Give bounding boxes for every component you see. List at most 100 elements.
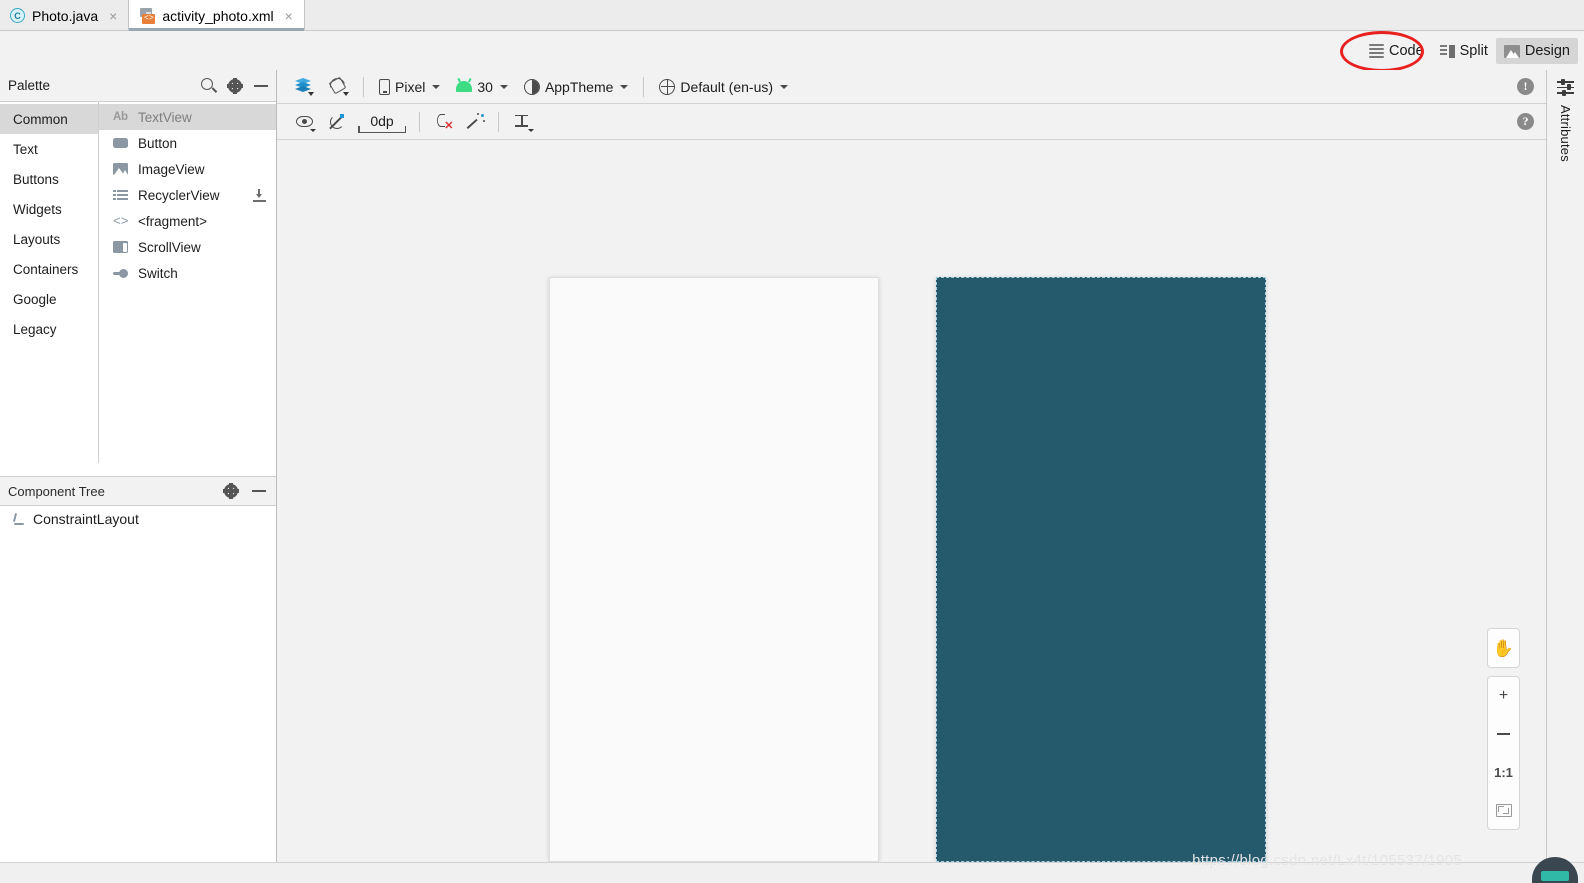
palette-item-fragment[interactable]: <> <fragment>	[99, 208, 276, 234]
status-bar	[0, 862, 1584, 883]
plus-icon: +	[1498, 687, 1509, 704]
zoom-out-button[interactable]	[1487, 715, 1520, 753]
attributes-tool-strip[interactable]: Attributes	[1546, 70, 1584, 862]
palette-item-textview[interactable]: Ab TextView	[99, 104, 276, 130]
zoom-in-button[interactable]: +	[1487, 677, 1520, 715]
minimize-icon[interactable]	[252, 490, 266, 492]
theme-icon	[523, 78, 540, 95]
theme-label: AppTheme	[544, 78, 614, 95]
palette-item-scrollview[interactable]: ScrollView	[99, 234, 276, 260]
mode-button-split[interactable]: Split	[1432, 38, 1496, 64]
locale-selector[interactable]: Default (en-us)	[652, 74, 795, 100]
code-lines-icon	[1368, 44, 1384, 58]
palette-category-label: Layouts	[13, 231, 61, 247]
infer-constraints-button[interactable]	[460, 109, 490, 135]
autoconnect-toggle[interactable]	[321, 109, 351, 135]
device-render-preview[interactable]	[549, 277, 879, 862]
mode-button-design[interactable]: Design	[1495, 38, 1578, 64]
editor-tab-photo-java[interactable]: C Photo.java ×	[0, 0, 128, 31]
palette-category-label: Legacy	[13, 321, 57, 337]
theme-selector[interactable]: AppTheme	[517, 74, 635, 100]
palette-body: Common Text Buttons Widgets Layouts Cont…	[0, 102, 276, 463]
device-selector[interactable]: Pixel	[372, 74, 447, 100]
palette-item-imageview[interactable]: ImageView	[99, 156, 276, 182]
view-options-button[interactable]	[289, 109, 319, 135]
recyclerview-icon	[113, 189, 130, 200]
attributes-label: Attributes	[1558, 105, 1573, 162]
gear-icon[interactable]	[223, 483, 239, 499]
java-class-icon: C	[10, 8, 25, 23]
help-icon[interactable]: ?	[1517, 113, 1534, 130]
constraint-layout-icon	[10, 512, 25, 526]
design-surface-toolbar: Pixel 30 AppTheme Default (en-us) !	[277, 70, 1546, 104]
api-level-label: 30	[477, 78, 493, 95]
orientation-selector[interactable]	[322, 74, 355, 100]
eye-icon	[295, 116, 313, 127]
actual-size-label: 1:1	[1494, 764, 1513, 780]
palette-category-containers[interactable]: Containers	[0, 254, 98, 284]
palette-item-label: Switch	[138, 265, 178, 281]
close-icon[interactable]: ×	[285, 9, 293, 23]
tree-node-constraintlayout[interactable]: ConstraintLayout	[0, 506, 276, 532]
palette-category-common[interactable]: Common	[0, 104, 98, 134]
chevron-down-icon	[432, 84, 441, 89]
baseline-align-button[interactable]	[507, 109, 537, 135]
device-blueprint-preview[interactable]	[936, 277, 1266, 862]
palette-category-google[interactable]: Google	[0, 284, 98, 314]
palette-category-label: Containers	[13, 261, 79, 277]
chevron-down-icon	[499, 84, 508, 89]
api-level-selector[interactable]: 30	[449, 74, 515, 100]
sliders-icon	[1557, 79, 1574, 96]
design-canvas[interactable]: ✋ + 1:1	[277, 141, 1546, 862]
component-tree-header: Component Tree	[0, 476, 276, 506]
chevron-down-icon	[310, 128, 316, 132]
tree-node-label: ConstraintLayout	[33, 511, 139, 527]
issues-warning-icon[interactable]: !	[1517, 78, 1534, 95]
device-label: Pixel	[395, 78, 426, 95]
search-icon[interactable]	[201, 78, 216, 93]
fragment-icon: <>	[113, 213, 129, 229]
palette-item-label: ImageView	[138, 161, 205, 177]
default-margin-field[interactable]: 0dp	[358, 111, 406, 133]
constraint-toolbar: 0dp ✕ ?	[277, 104, 1546, 140]
palette-item-recyclerview[interactable]: RecyclerView	[99, 182, 276, 208]
split-view-icon	[1439, 44, 1455, 58]
chevron-down-icon	[620, 84, 629, 89]
zoom-controls: ✋ + 1:1	[1487, 628, 1520, 830]
palette-category-text[interactable]: Text	[0, 134, 98, 164]
close-icon[interactable]: ×	[109, 9, 117, 23]
palette-category-layouts[interactable]: Layouts	[0, 224, 98, 254]
toolbar-divider	[363, 76, 364, 97]
palette-item-label: <fragment>	[138, 213, 208, 229]
editor-tab-activity-photo-xml[interactable]: <> activity_photo.xml ×	[128, 0, 305, 31]
clear-constraints-button[interactable]: ✕	[428, 109, 458, 135]
component-tree-title: Component Tree	[8, 483, 105, 499]
minus-icon	[1497, 733, 1510, 735]
download-icon[interactable]	[253, 188, 266, 202]
globe-icon	[659, 78, 676, 95]
actual-size-button[interactable]: 1:1	[1487, 753, 1520, 791]
palette-item-switch[interactable]: Switch	[99, 260, 276, 286]
phone-icon	[379, 78, 390, 95]
pan-button[interactable]: ✋	[1487, 629, 1520, 667]
scrollview-icon	[113, 241, 130, 253]
minimize-icon[interactable]	[254, 84, 268, 87]
editor-mode-toggle: Code Split Design	[1361, 38, 1578, 64]
palette-category-legacy[interactable]: Legacy	[0, 314, 98, 344]
toolbar-divider	[498, 111, 499, 132]
palette-item-button[interactable]: Button	[99, 130, 276, 156]
gear-icon[interactable]	[227, 77, 243, 94]
design-mode-selector[interactable]	[287, 74, 320, 100]
palette-category-widgets[interactable]: Widgets	[0, 194, 98, 224]
button-icon	[113, 138, 130, 148]
magic-wand-icon	[466, 113, 485, 130]
zoom-to-fit-button[interactable]	[1487, 791, 1520, 829]
mode-button-label: Split	[1459, 43, 1488, 59]
mode-button-code[interactable]: Code	[1361, 38, 1432, 64]
palette-category-buttons[interactable]: Buttons	[0, 164, 98, 194]
component-tree-body: ConstraintLayout	[0, 506, 276, 862]
rotate-orientation-icon	[327, 75, 349, 96]
android-icon	[456, 81, 473, 92]
clear-constraints-icon: ✕	[434, 113, 454, 132]
imageview-icon	[113, 163, 130, 175]
